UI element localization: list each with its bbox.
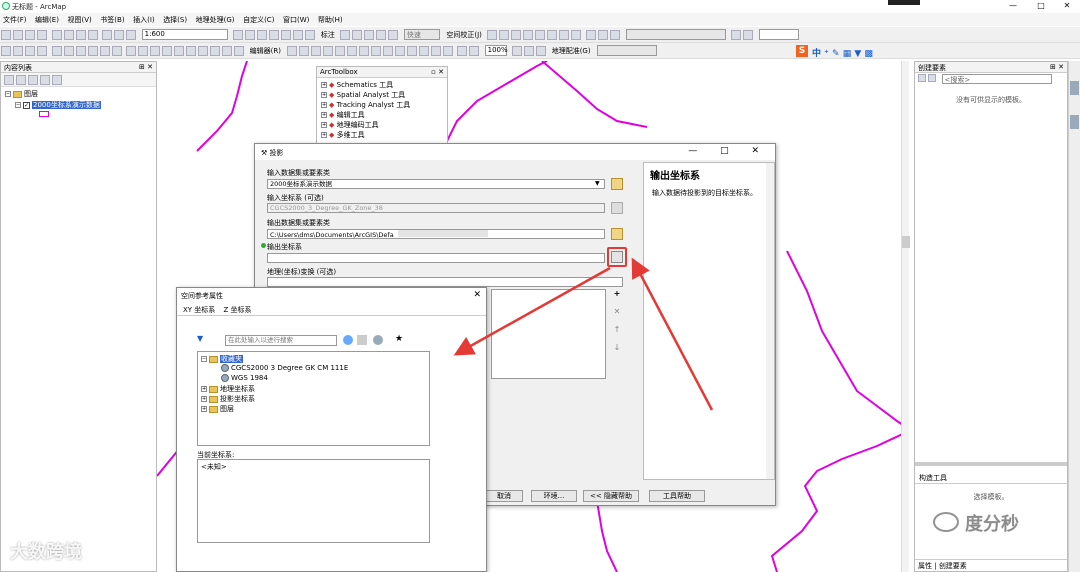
annotation-arrow xyxy=(631,257,714,411)
watermark-left: 大数跨境 xyxy=(10,542,82,563)
watermark-right: 度分秒 xyxy=(965,514,1019,535)
annotation-arrow xyxy=(453,266,611,356)
wechat-icon xyxy=(933,512,959,532)
annotation-overlay xyxy=(453,257,714,411)
